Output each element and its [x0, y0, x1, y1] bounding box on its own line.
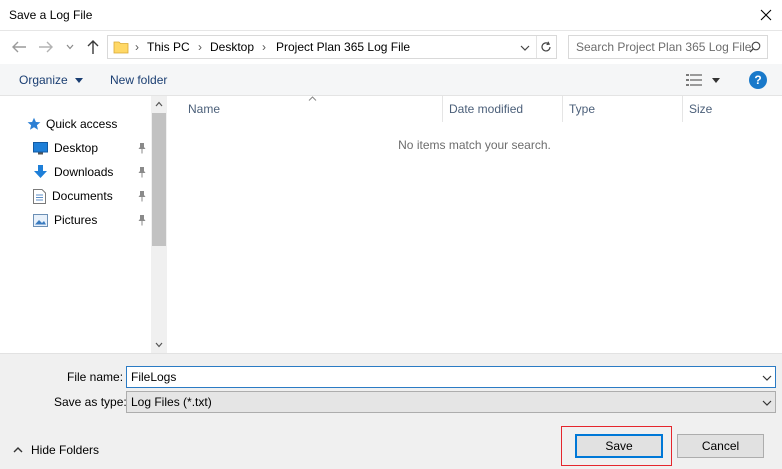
- sort-ascending-icon: [308, 96, 317, 101]
- breadcrumb-current-folder[interactable]: Project Plan 365 Log File: [276, 40, 410, 54]
- organize-button[interactable]: Organize: [19, 73, 84, 87]
- view-details-icon: [686, 74, 702, 86]
- close-icon: [760, 9, 772, 21]
- breadcrumb-separator: ›: [198, 40, 202, 54]
- search-icon: [749, 41, 761, 53]
- documents-icon: [33, 188, 46, 204]
- column-header-size[interactable]: Size: [689, 102, 712, 116]
- pin-icon: [138, 215, 146, 226]
- save-button[interactable]: Save: [575, 434, 663, 458]
- column-header-name[interactable]: Name: [188, 102, 220, 116]
- column-divider: [442, 96, 443, 122]
- column-divider: [562, 96, 563, 122]
- chevron-down-icon: [520, 45, 530, 51]
- sidebar-item-label: Downloads: [54, 165, 114, 179]
- refresh-button[interactable]: [539, 40, 553, 54]
- star-icon: [27, 117, 41, 130]
- search-input[interactable]: Search Project Plan 365 Log File: [576, 40, 751, 54]
- forward-arrow-icon: [39, 41, 53, 53]
- scroll-down-icon: [155, 342, 163, 348]
- save-as-type-value: Log Files (*.txt): [131, 395, 212, 409]
- save-form-panel: File name: Save as type: Log Files (*.tx…: [0, 353, 782, 469]
- file-name-label: File name:: [67, 370, 124, 384]
- downloads-icon: [34, 164, 47, 178]
- column-divider: [682, 96, 683, 122]
- cancel-button[interactable]: Cancel: [677, 434, 764, 458]
- save-as-type-label: Save as type:: [54, 395, 127, 409]
- search-box[interactable]: Search Project Plan 365 Log File: [568, 35, 768, 59]
- sidebar-item-label: Documents: [52, 189, 113, 203]
- column-header-type[interactable]: Type: [569, 102, 595, 116]
- chevron-down-icon: [75, 78, 84, 84]
- file-name-input[interactable]: [131, 370, 731, 384]
- sidebar-item-quick-access[interactable]: Quick access: [27, 113, 117, 135]
- back-button[interactable]: [10, 38, 28, 56]
- breadcrumb-this-pc[interactable]: This PC: [147, 40, 190, 54]
- chevron-down-icon: [712, 78, 720, 83]
- help-button[interactable]: ?: [749, 71, 767, 89]
- desktop-icon: [33, 141, 48, 154]
- save-as-type-select[interactable]: Log Files (*.txt): [126, 391, 776, 413]
- chevron-down-icon[interactable]: [762, 375, 772, 381]
- breadcrumb-separator: ›: [262, 40, 266, 54]
- back-arrow-icon: [12, 41, 26, 53]
- sidebar-item-label: Pictures: [54, 213, 98, 227]
- refresh-icon: [541, 41, 551, 52]
- pin-icon: [138, 167, 146, 178]
- new-folder-button[interactable]: New folder: [110, 73, 167, 87]
- recent-locations-button[interactable]: [64, 38, 76, 56]
- pin-icon: [138, 143, 146, 154]
- hide-folders-button[interactable]: Hide Folders: [13, 443, 99, 457]
- navigation-pane: Quick access Desktop Downloads Documents: [0, 96, 167, 353]
- breadcrumb-separator: ›: [135, 40, 139, 54]
- pictures-icon: [33, 213, 48, 227]
- scrollbar-thumb[interactable]: [152, 113, 166, 246]
- empty-list-message: No items match your search.: [398, 138, 551, 152]
- command-toolbar: Organize New folder ?: [0, 64, 782, 96]
- sidebar-item-label: Quick access: [46, 117, 118, 131]
- forward-button[interactable]: [37, 38, 55, 56]
- pin-icon: [138, 191, 146, 202]
- column-header-date-modified[interactable]: Date modified: [449, 102, 523, 116]
- change-view-button[interactable]: [686, 73, 722, 87]
- chevron-up-icon: [13, 447, 23, 453]
- address-bar[interactable]: › This PC › Desktop › Project Plan 365 L…: [107, 35, 557, 59]
- hide-folders-label: Hide Folders: [31, 443, 100, 457]
- organize-label: Organize: [19, 73, 68, 87]
- file-list: Name Date modified Type Size No items ma…: [167, 96, 782, 353]
- title-bar: Save a Log File: [0, 0, 782, 31]
- close-button[interactable]: [752, 2, 780, 28]
- folder-icon: [113, 41, 129, 54]
- file-name-field[interactable]: [126, 366, 776, 388]
- address-divider: [536, 36, 537, 58]
- scroll-up-icon: [155, 101, 163, 107]
- chevron-down-icon: [66, 44, 74, 50]
- window-title: Save a Log File: [9, 8, 93, 22]
- up-arrow-icon: [87, 40, 99, 54]
- breadcrumb-desktop[interactable]: Desktop: [210, 40, 254, 54]
- sidebar-item-label: Desktop: [54, 141, 99, 155]
- chevron-down-icon: [762, 400, 772, 406]
- address-dropdown-button[interactable]: [519, 42, 531, 54]
- navigation-bar: › This PC › Desktop › Project Plan 365 L…: [0, 31, 782, 64]
- up-button[interactable]: [84, 38, 102, 56]
